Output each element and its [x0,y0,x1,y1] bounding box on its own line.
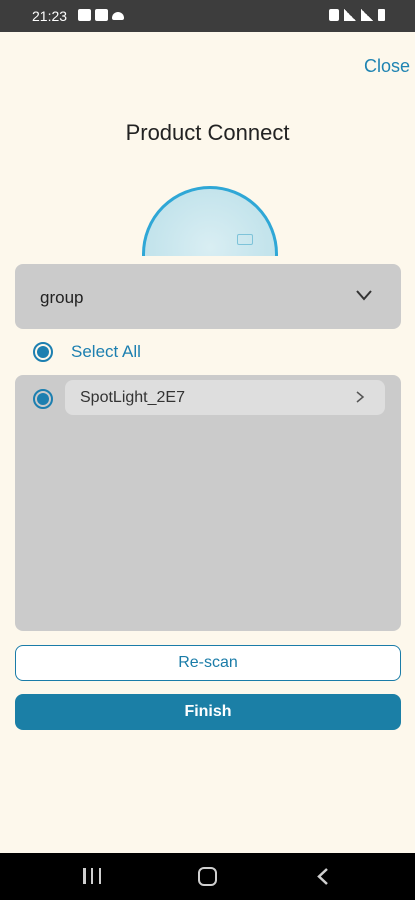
device-list: SpotLight_2E7 [15,375,401,631]
select-all-radio[interactable] [33,342,53,362]
youtube-icon [78,9,91,21]
recent-apps-icon[interactable] [83,868,101,884]
image-icon [95,9,108,21]
home-icon[interactable] [198,867,217,886]
select-all-label: Select All [71,342,141,361]
finish-button[interactable]: Finish [15,694,401,730]
status-notification-icons [78,9,124,21]
battery-icon [378,9,385,21]
list-item[interactable]: SpotLight_2E7 [65,380,385,415]
group-dropdown[interactable]: group [15,264,401,329]
device-name: SpotLight_2E7 [80,389,185,406]
wifi-icon [344,9,356,21]
device-badge-icon [237,234,253,245]
chevron-right-icon [356,391,365,403]
cloud-icon [112,12,124,20]
system-nav-bar [0,853,415,900]
signal-icon [361,9,373,21]
mute-icon [329,9,339,21]
select-all-option[interactable]: Select All [33,342,141,362]
status-time: 21:23 [32,8,68,24]
page-title: Product Connect [125,120,290,145]
connection-gauge-icon [142,186,278,256]
close-button[interactable]: Close [364,56,410,77]
status-system-icons [329,9,385,21]
back-icon[interactable] [316,867,330,886]
device-radio[interactable] [33,389,53,409]
rescan-button[interactable]: Re-scan [15,645,401,681]
status-bar: 21:23 [0,0,415,32]
chevron-down-icon [356,290,372,301]
group-dropdown-value: group [40,288,84,307]
